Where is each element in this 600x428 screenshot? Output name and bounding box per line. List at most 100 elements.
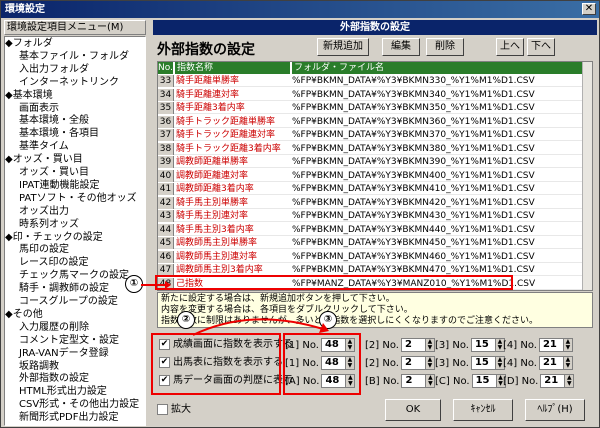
menu-label: 環境設定項目メニュー(M) bbox=[4, 20, 146, 35]
row-number: 42 bbox=[158, 196, 174, 209]
row-path: %FP¥BKMN_DATA¥%Y3¥BKMN340_%Y1%M1%D1.CSV bbox=[292, 89, 535, 100]
index-spinner[interactable]: [3] No. 15 ▲ ▼ bbox=[435, 356, 505, 371]
tree-item[interactable]: コースグループの設定 bbox=[19, 296, 118, 308]
tree-item[interactable]: JRA-VANデータ登録 bbox=[19, 348, 109, 360]
spinner-label: [4] No. bbox=[503, 340, 537, 351]
index-spinner[interactable]: [4] No. 21 ▲ ▼ bbox=[503, 338, 573, 353]
tree-item[interactable]: 基本ファイル・フォルダ bbox=[19, 51, 129, 63]
tree-item[interactable]: CSV形式・その他出力設定 bbox=[19, 399, 139, 411]
window-title: 環境設定 bbox=[5, 4, 45, 15]
tree-item[interactable]: PATソフト・その他オッズ bbox=[19, 193, 137, 205]
index-spinner[interactable]: [2] No. 2 ▲ ▼ bbox=[365, 338, 435, 353]
index-spinner[interactable]: [C] No. 15 ▲ ▼ bbox=[435, 374, 506, 389]
tree-item[interactable]: コメント定型文・設定 bbox=[19, 335, 119, 347]
tree-item[interactable]: レース印の設定 bbox=[19, 257, 89, 269]
tree-item[interactable]: 基準タイム bbox=[19, 141, 69, 153]
row-number: 34 bbox=[158, 88, 174, 101]
tree-item[interactable]: 外部指数の設定 bbox=[19, 373, 89, 385]
tree-item[interactable]: 基本環境・全般 bbox=[19, 115, 89, 127]
spinner-arrows-icon[interactable]: ▲ ▼ bbox=[424, 339, 434, 351]
index-table[interactable]: No. 指数名称 フォルダ・ファイル名 33 騎手距離単勝率 %FP¥BKMN_DA… bbox=[157, 61, 593, 291]
tree-item[interactable]: 坂路調教 bbox=[19, 361, 59, 373]
spinner-field[interactable]: 21 ▲ ▼ bbox=[540, 374, 575, 388]
tree-item[interactable]: ◆印・チェックの設定 bbox=[5, 232, 103, 244]
table-row[interactable]: 46 調教師馬主別連対率 %FP¥BKMN_DATA¥%Y3¥BKMN460_%Y1… bbox=[158, 250, 592, 263]
row-path: %FP¥BKMN_DATA¥%Y3¥BKMN420_%Y1%M1%D1.CSV bbox=[292, 197, 535, 208]
spinner-field[interactable]: 15 ▲ ▼ bbox=[470, 356, 505, 370]
row-name: 騎手馬主別単勝率 bbox=[176, 197, 249, 208]
table-row[interactable]: 44 騎手馬主別3着内率 %FP¥BKMN_DATA¥%Y3¥BKMN440_%Y1… bbox=[158, 223, 592, 236]
table-row[interactable]: 45 調教師馬主別単勝率 %FP¥BKMN_DATA¥%Y3¥BKMN450_%Y1… bbox=[158, 237, 592, 249]
tree-item[interactable]: 入力履歴の削除 bbox=[19, 322, 89, 334]
table-row[interactable]: 36 騎手トラック距離単勝率 %FP¥BKMN_DATA¥%Y3¥BKMN360_%… bbox=[158, 115, 592, 128]
spinner-label: [3] No. bbox=[435, 358, 469, 369]
table-row[interactable]: 43 騎手馬主別連対率 %FP¥BKMN_DATA¥%Y3¥BKMN430_%Y1%… bbox=[158, 210, 592, 222]
add-button[interactable]: 新規追加 bbox=[317, 38, 369, 56]
tree-item[interactable]: 基本環境・各項目 bbox=[19, 128, 99, 140]
settings-tree[interactable]: ◆フォルダ 基本ファイル・フォルダ 入出力フォルダ インターネットリンク ◆基本環境 画面… bbox=[4, 36, 146, 426]
table-row[interactable]: 40 調教師距離連対率 %FP¥BKMN_DATA¥%Y3¥BKMN400_%Y1%… bbox=[158, 169, 592, 182]
close-icon[interactable]: ✕ bbox=[582, 3, 596, 15]
row-name: 騎手馬主別3着内率 bbox=[176, 224, 254, 235]
tree-item[interactable]: IPAT連動機能設定 bbox=[19, 180, 100, 192]
ok-button[interactable]: OK bbox=[385, 399, 441, 421]
tree-item[interactable]: 馬印の設定 bbox=[19, 244, 69, 256]
row-number: 46 bbox=[158, 250, 174, 263]
window-titlebar: 環境設定 ✕ bbox=[1, 1, 599, 18]
spinner-field[interactable]: 2 ▲ ▼ bbox=[401, 374, 436, 388]
tree-item[interactable]: 新聞形式PDF出力設定 bbox=[19, 412, 118, 424]
row-path: %FP¥BKMN_DATA¥%Y3¥BKMN380_%Y1%M1%D1.CSV bbox=[292, 143, 535, 154]
expand-checkbox[interactable]: 拡大 bbox=[157, 403, 191, 416]
spinner-label: [4] No. bbox=[503, 358, 537, 369]
spinner-field[interactable]: 2 ▲ ▼ bbox=[400, 356, 435, 370]
table-row[interactable]: 37 騎手トラック距離連対率 %FP¥BKMN_DATA¥%Y3¥BKMN370_%… bbox=[158, 129, 592, 141]
move-down-button[interactable]: 下へ bbox=[527, 38, 555, 56]
edit-button[interactable]: 編集 bbox=[382, 38, 420, 56]
spinner-value: 15 bbox=[474, 339, 489, 350]
row-name: 騎手トラック距離3着内率 bbox=[176, 143, 281, 154]
tree-item[interactable]: 騎手・調教師の設定 bbox=[19, 283, 109, 295]
index-spinner[interactable]: [D] No. 21 ▲ ▼ bbox=[503, 374, 575, 389]
tree-item[interactable]: チェック馬マークの設定 bbox=[19, 270, 129, 282]
table-row[interactable]: 34 騎手距離連対率 %FP¥BKMN_DATA¥%Y3¥BKMN340_%Y1%M… bbox=[158, 88, 592, 101]
tree-item[interactable]: ◆その他 bbox=[5, 309, 43, 321]
spinner-field[interactable]: 21 ▲ ▼ bbox=[538, 338, 573, 352]
table-row[interactable]: 41 調教師距離3着内率 %FP¥BKMN_DATA¥%Y3¥BKMN410_%Y1… bbox=[158, 183, 592, 195]
index-spinner[interactable]: [2] No. 2 ▲ ▼ bbox=[365, 356, 435, 371]
spinner-field[interactable]: 21 ▲ ▼ bbox=[538, 356, 573, 370]
index-spinner[interactable]: [B] No. 2 ▲ ▼ bbox=[365, 374, 436, 389]
help-button[interactable]: ﾍﾙﾌﾟ(H) bbox=[525, 399, 585, 421]
spinner-field[interactable]: 15 ▲ ▼ bbox=[470, 338, 505, 352]
tree-item[interactable]: 入出力フォルダ bbox=[19, 64, 89, 76]
spinner-arrows-icon[interactable]: ▲ ▼ bbox=[424, 357, 434, 369]
delete-button[interactable]: 削除 bbox=[426, 38, 464, 56]
table-row[interactable]: 33 騎手距離単勝率 %FP¥BKMN_DATA¥%Y3¥BKMN330_%Y1%M… bbox=[158, 75, 592, 87]
spinner-arrows-icon[interactable]: ▲ ▼ bbox=[564, 375, 574, 387]
tree-item[interactable]: オッズ出力 bbox=[19, 206, 69, 218]
tree-item[interactable]: ◆オッズ・買い目 bbox=[5, 154, 83, 166]
spinner-field[interactable]: 15 ▲ ▼ bbox=[471, 374, 506, 388]
cancel-button[interactable]: ｷｬﾝｾﾙ bbox=[453, 399, 513, 421]
table-row[interactable]: 38 騎手トラック距離3着内率 %FP¥BKMN_DATA¥%Y3¥BKMN380_… bbox=[158, 142, 592, 155]
row-number: 38 bbox=[158, 142, 174, 155]
tree-item[interactable]: 時系列オッズ bbox=[19, 219, 79, 231]
checkbox-box[interactable] bbox=[157, 403, 168, 415]
table-row[interactable]: 39 調教師距離単勝率 %FP¥BKMN_DATA¥%Y3¥BKMN390_%Y1%… bbox=[158, 156, 592, 168]
index-spinner[interactable]: [3] No. 15 ▲ ▼ bbox=[435, 338, 505, 353]
spinner-arrows-icon[interactable]: ▲ ▼ bbox=[562, 357, 572, 369]
tree-item[interactable]: 画面表示 bbox=[19, 103, 59, 115]
move-up-button[interactable]: 上へ bbox=[496, 38, 524, 56]
table-scrollbar[interactable] bbox=[582, 62, 592, 290]
spinner-arrows-icon[interactable]: ▲ ▼ bbox=[425, 375, 435, 387]
tree-item[interactable]: インターネットリンク bbox=[19, 77, 119, 89]
tree-item[interactable]: ◆フォルダ bbox=[5, 38, 53, 50]
spinner-arrows-icon[interactable]: ▲ ▼ bbox=[562, 339, 572, 351]
tree-item[interactable]: HTML形式出力設定 bbox=[19, 386, 107, 398]
spinner-field[interactable]: 2 ▲ ▼ bbox=[400, 338, 435, 352]
table-row[interactable]: 42 騎手馬主別単勝率 %FP¥BKMN_DATA¥%Y3¥BKMN420_%Y1%… bbox=[158, 196, 592, 209]
table-row[interactable]: 35 騎手距離3着内率 %FP¥BKMN_DATA¥%Y3¥BKMN350_%Y1%… bbox=[158, 102, 592, 114]
row-name: 調教師馬主別連対率 bbox=[176, 251, 258, 262]
index-spinner[interactable]: [4] No. 21 ▲ ▼ bbox=[503, 356, 573, 371]
tree-item[interactable]: ◆基本環境 bbox=[5, 90, 53, 102]
tree-item[interactable]: オッズ・買い目 bbox=[19, 167, 89, 179]
